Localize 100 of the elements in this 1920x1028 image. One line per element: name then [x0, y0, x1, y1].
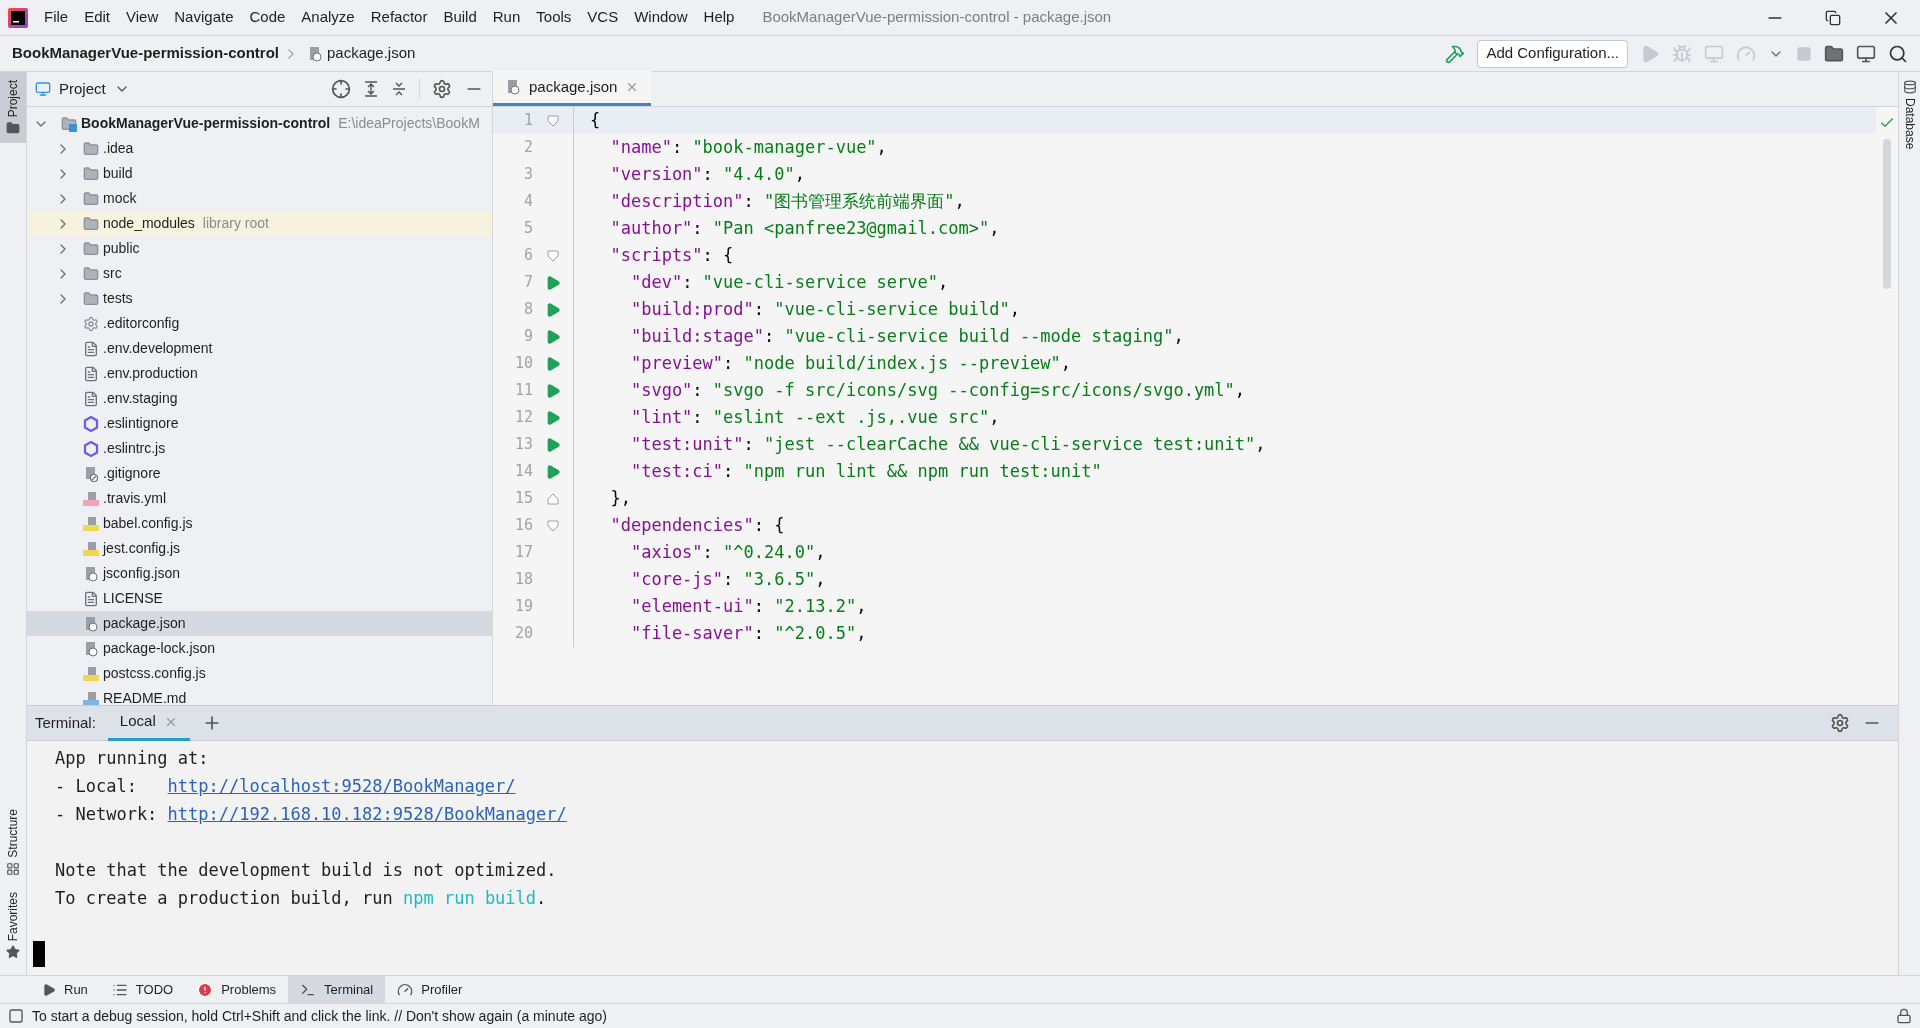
app-logo — [8, 7, 28, 28]
tree-item[interactable]: package.json — [27, 611, 492, 636]
settings-icon[interactable] — [432, 79, 452, 99]
run-icon[interactable] — [545, 355, 561, 372]
tree-item[interactable]: .eslintrc.js — [27, 436, 492, 461]
fold-icon[interactable] — [547, 519, 559, 532]
window-icon[interactable] — [1856, 43, 1876, 64]
tree-item-label: .eslintrc.js — [103, 439, 166, 458]
line-number: 13 — [513, 434, 533, 456]
tree-item[interactable]: node_modules library root — [27, 211, 492, 236]
tool-window-tab[interactable]: Problems — [185, 975, 289, 1004]
tree-item-label: tests — [103, 289, 133, 308]
tree-item-label: public — [103, 239, 140, 258]
hammer-icon[interactable] — [1445, 43, 1466, 64]
tree-item[interactable]: jsconfig.json — [27, 561, 492, 586]
code-line: { — [590, 108, 601, 132]
menu-item[interactable]: Navigate — [166, 6, 242, 29]
tree-item[interactable]: postcss.config.js — [27, 661, 492, 686]
settings-icon[interactable] — [1830, 713, 1850, 733]
tree-item[interactable]: README.md — [27, 686, 492, 705]
tree-item[interactable]: babel.config.js — [27, 511, 492, 536]
json-file-icon — [83, 565, 99, 582]
line-number: 8 — [522, 299, 533, 321]
tool-window-button[interactable]: Project — [0, 72, 26, 144]
tree-item[interactable]: .editorconfig — [27, 311, 492, 336]
collapse-all-icon[interactable] — [391, 81, 407, 97]
tool-window-tab[interactable]: Terminal — [288, 975, 386, 1004]
run-icon[interactable] — [545, 274, 561, 291]
menu-item[interactable]: Help — [695, 6, 743, 29]
code-line: "build:stage": "vue-cli-service build --mode staging", — [629, 324, 1184, 348]
javascript-file-icon — [83, 665, 99, 682]
run-icon[interactable] — [545, 463, 561, 480]
search-icon[interactable] — [1888, 43, 1908, 64]
yaml-file-icon — [83, 490, 99, 507]
document-icon — [83, 365, 99, 382]
tree-item[interactable]: mock — [27, 186, 492, 211]
tree-item[interactable]: build — [27, 161, 492, 186]
json-file-icon — [307, 45, 323, 62]
menu-item[interactable]: File — [36, 6, 77, 29]
lock-icon[interactable] — [1896, 1008, 1912, 1024]
tree-item[interactable]: package-lock.json — [27, 636, 492, 661]
tree-item-label: .editorconfig — [103, 314, 180, 333]
menu-item[interactable]: VCS — [579, 6, 627, 29]
tree-item[interactable]: src — [27, 261, 492, 286]
run-icon[interactable] — [545, 328, 561, 345]
hexagon-icon — [83, 415, 99, 432]
tool-window-button[interactable]: Structure — [0, 800, 26, 884]
tool-window-button[interactable]: Database — [1900, 72, 1919, 158]
expand-all-icon[interactable] — [363, 81, 379, 97]
menu-item[interactable]: Code — [241, 6, 294, 29]
run-icon[interactable] — [545, 436, 561, 453]
fold-icon[interactable] — [547, 492, 559, 505]
tree-item-label: jsconfig.json — [103, 564, 181, 583]
tool-window-button[interactable]: Favorites — [0, 883, 26, 967]
tree-item[interactable]: public — [27, 236, 492, 261]
folder-icon — [83, 190, 99, 207]
javascript-file-icon — [83, 515, 99, 532]
tree-item[interactable]: tests — [27, 286, 492, 311]
run-icon[interactable] — [545, 409, 561, 426]
tree-item[interactable]: jest.config.js — [27, 536, 492, 561]
fold-icon[interactable] — [547, 249, 559, 262]
menu-item[interactable]: Refactor — [362, 6, 436, 29]
menu-item[interactable]: View — [118, 6, 167, 29]
run-icon[interactable] — [545, 382, 561, 399]
tree-item[interactable]: .env.production — [27, 361, 492, 386]
menu-item[interactable]: Build — [435, 6, 485, 29]
code-line: "build:prod": "vue-cli-service build", — [629, 297, 1020, 321]
tree-item[interactable]: .gitignore — [27, 461, 492, 486]
panel-toggle-icon[interactable] — [8, 1008, 24, 1024]
terminal-cursor — [33, 941, 45, 967]
tree-item[interactable]: .env.staging — [27, 386, 492, 411]
locate-icon[interactable] — [331, 79, 351, 99]
tree-item[interactable]: LICENSE — [27, 586, 492, 611]
tree-item[interactable]: .idea — [27, 136, 492, 161]
tool-window-tab[interactable]: TODO — [99, 975, 186, 1004]
tree-item[interactable]: BookManagerVue-permission-control E:\ideaProjects\BookM — [27, 111, 492, 136]
editor-tab[interactable]: package.json — [493, 71, 652, 106]
restore-icon[interactable] — [1825, 9, 1841, 26]
panel-title[interactable]: Project — [59, 77, 106, 101]
tool-window-tab[interactable]: Profiler — [385, 975, 475, 1004]
menu-item[interactable]: Analyze — [293, 6, 363, 29]
line-number: 14 — [513, 461, 533, 483]
add-configuration-button[interactable]: Add Configuration... — [1477, 39, 1628, 68]
tree-item[interactable]: .env.development — [27, 336, 492, 361]
run-icon[interactable] — [545, 301, 561, 318]
code-line: "scripts": { — [609, 243, 734, 267]
breadcrumb[interactable]: package.json — [327, 42, 416, 65]
breadcrumb[interactable]: BookManagerVue-permission-control — [12, 42, 279, 65]
menu-item[interactable]: Run — [484, 6, 529, 29]
menu-item[interactable]: Window — [626, 6, 696, 29]
menu-item[interactable]: Tools — [528, 6, 580, 29]
tree-item-label: .travis.yml — [103, 489, 166, 508]
tree-item[interactable]: .travis.yml — [27, 486, 492, 511]
json-file-icon — [83, 615, 99, 632]
tool-window-tab[interactable]: Run — [30, 975, 100, 1004]
folder-icon — [83, 290, 99, 307]
menu-item[interactable]: Edit — [76, 6, 119, 29]
fold-icon[interactable] — [547, 114, 559, 127]
tree-item[interactable]: .eslintignore — [27, 411, 492, 436]
scrollbar-thumb[interactable] — [1883, 139, 1891, 289]
